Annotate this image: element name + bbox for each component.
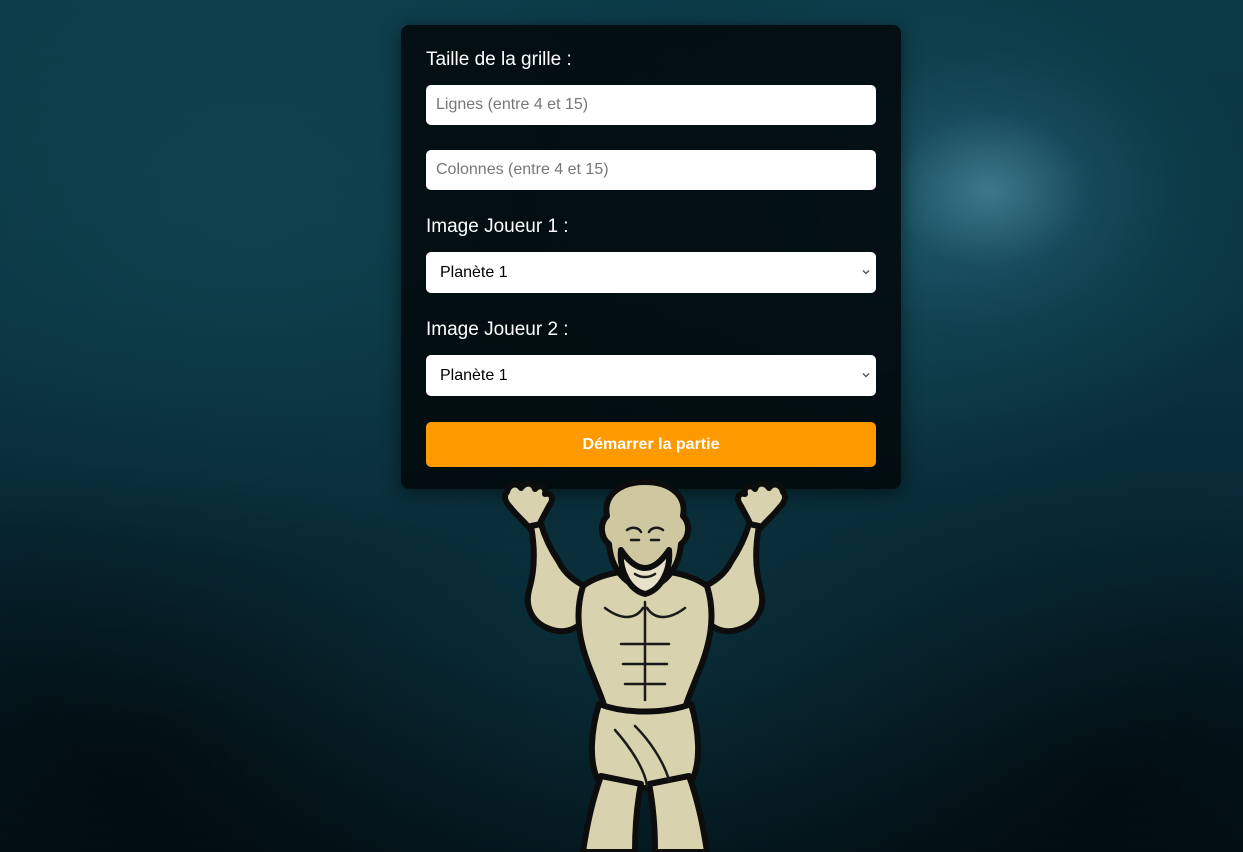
player1-image-select[interactable]: Planète 1 <box>426 252 876 293</box>
chevron-down-icon <box>862 270 870 275</box>
player2-image-select[interactable]: Planète 1 <box>426 355 876 396</box>
atlas-figure-icon <box>501 479 789 852</box>
game-config-panel: Taille de la grille : Image Joueur 1 : P… <box>401 25 901 489</box>
grid-size-label: Taille de la grille : <box>426 49 572 70</box>
player1-selected-value: Planète 1 <box>440 263 508 281</box>
player1-image-label: Image Joueur 1 : <box>426 216 569 237</box>
player2-selected-value: Planète 1 <box>440 366 508 384</box>
columns-input[interactable] <box>426 150 876 190</box>
start-game-button[interactable]: Démarrer la partie <box>426 422 876 467</box>
player2-image-label: Image Joueur 2 : <box>426 319 569 340</box>
chevron-down-icon <box>862 373 870 378</box>
rows-input[interactable] <box>426 85 876 125</box>
